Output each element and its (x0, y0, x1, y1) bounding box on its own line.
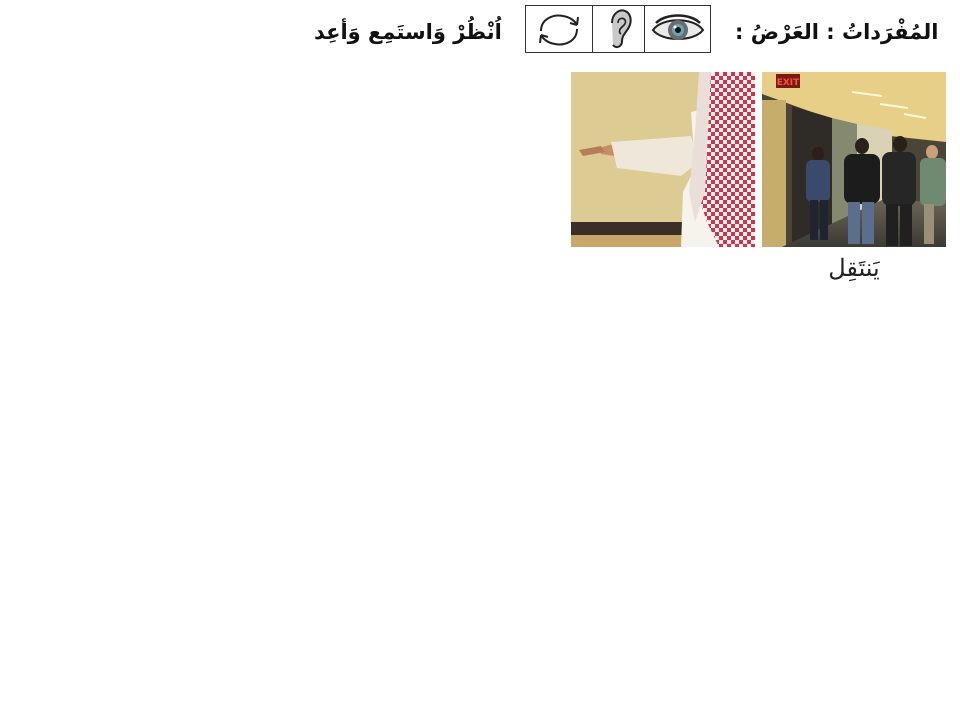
photo-people-hallway: EXIT (762, 72, 946, 247)
instruction: اُنْظُرْ وَاستَمِع وَأعِد (314, 14, 522, 50)
eye-icon (644, 6, 710, 52)
hallway-caption: يَنتَقِل (828, 254, 880, 282)
repeat-arrows-icon (526, 6, 592, 52)
vocabulary-title: المُفْرَداتُ : العَرْضُ : (735, 20, 939, 44)
instruction-icons-box (525, 5, 711, 53)
instruction-text: اُنْظُرْ وَاستَمِع وَأعِد (314, 20, 502, 44)
page-title: المُفْرَداتُ : العَرْضُ : (735, 14, 953, 50)
exit-sign: EXIT (777, 78, 800, 88)
ear-icon (592, 6, 644, 52)
photo-man-pointing (571, 72, 755, 247)
